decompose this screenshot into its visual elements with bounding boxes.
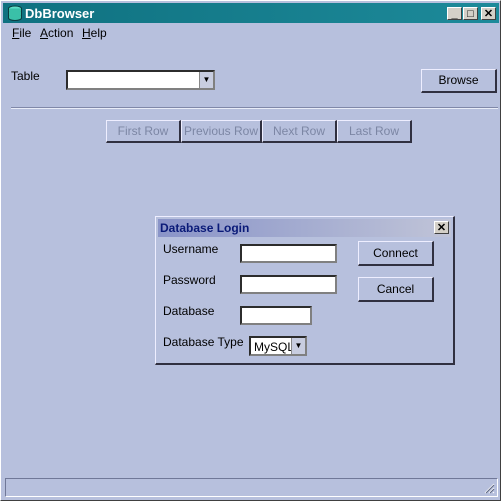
dialog-title-bar[interactable]: Database Login ✕ [158, 219, 451, 237]
close-button[interactable]: ✕ [481, 7, 496, 20]
chevron-down-icon[interactable]: ▼ [199, 72, 213, 88]
status-bar [5, 478, 498, 497]
database-icon [8, 5, 22, 21]
username-label: Username [163, 242, 219, 256]
main-window: DbBrowser _ □ ✕ File Action Help Table ▼… [0, 0, 501, 501]
dialog-close-button[interactable]: ✕ [434, 221, 449, 234]
database-type-value: MySQL [254, 340, 295, 354]
last-row-button[interactable]: Last Row [337, 120, 412, 143]
menu-help[interactable]: Help [82, 26, 107, 40]
minimize-button[interactable]: _ [447, 7, 462, 20]
username-input[interactable] [240, 244, 337, 263]
menu-file[interactable]: File [12, 26, 31, 40]
dialog-title: Database Login [160, 221, 250, 235]
password-label: Password [163, 273, 216, 287]
login-dialog: Database Login ✕ Username Password Datab… [155, 216, 455, 365]
first-row-button[interactable]: First Row [106, 120, 181, 143]
chevron-down-icon[interactable]: ▼ [291, 338, 305, 354]
window-title: DbBrowser [25, 6, 95, 21]
cancel-button[interactable]: Cancel [358, 277, 434, 302]
password-input[interactable] [240, 275, 337, 294]
database-label: Database [163, 304, 215, 318]
browse-button[interactable]: Browse [421, 69, 497, 93]
maximize-button[interactable]: □ [463, 7, 478, 20]
table-select[interactable]: ▼ [66, 70, 215, 90]
title-bar[interactable]: DbBrowser _ □ ✕ [3, 3, 499, 23]
menu-action[interactable]: Action [40, 26, 73, 40]
resize-grip-icon[interactable] [483, 482, 495, 494]
next-row-button[interactable]: Next Row [262, 120, 337, 143]
database-type-label: Database Type [163, 335, 244, 349]
database-type-select[interactable]: MySQL ▼ [249, 336, 307, 356]
table-label: Table [11, 69, 40, 83]
separator [11, 107, 498, 109]
database-input[interactable] [240, 306, 312, 325]
connect-button[interactable]: Connect [358, 241, 434, 266]
previous-row-button[interactable]: Previous Row [181, 120, 262, 143]
